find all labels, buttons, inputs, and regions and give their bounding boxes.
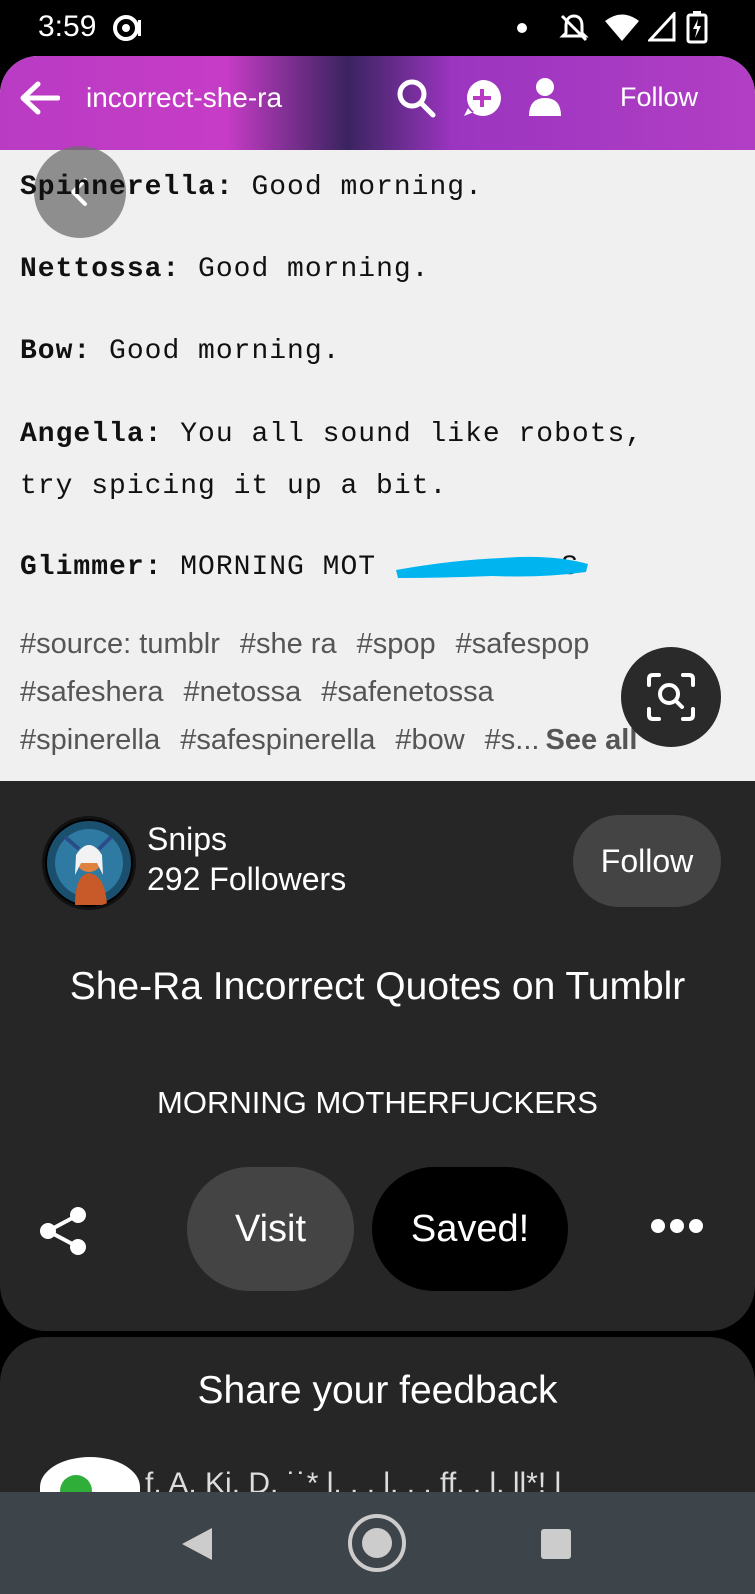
tag-item: #netossa [183, 676, 302, 708]
tag-item: #safespinerella [180, 724, 376, 756]
tag-item: #bow [395, 724, 465, 756]
notification-app-icon [113, 15, 141, 41]
tag-item: #s... [484, 724, 540, 756]
tag-row: #source: tumblr #she ra #spop #safespop [20, 620, 720, 668]
nav-recents-icon[interactable] [540, 1528, 572, 1560]
quote-line: Spinnerella: Good morning. [20, 172, 483, 203]
follow-button[interactable]: Follow [573, 815, 721, 907]
quote-text: MORNING MOT [180, 552, 377, 583]
quote-line: Angella: You all sound like robots, [20, 419, 643, 450]
back-arrow-icon [20, 81, 60, 115]
quote-line: Nettossa: Good morning. [20, 254, 429, 285]
feedback-title: Share your feedback [197, 1369, 558, 1412]
quote-text: Good morning. [109, 336, 341, 367]
quote-speaker: Spinnerella: [20, 172, 234, 203]
battery-charging-icon [686, 11, 708, 44]
tumblr-header: incorrect-she-ra Follow [0, 56, 755, 150]
quote-text: You all sound like robots, [180, 419, 644, 450]
add-message-icon [464, 79, 501, 116]
pin-description: MORNING MOTHERFUCKERS [157, 1085, 598, 1120]
tag-item: #safespop [455, 628, 590, 660]
redaction-scribble [396, 556, 588, 578]
notification-dot-icon [517, 23, 527, 33]
quote-text: Good morning. [251, 172, 483, 203]
nav-back-icon[interactable] [180, 1526, 214, 1562]
tag-item: #spop [356, 628, 436, 660]
tag-row: #safeshera #netossa #safenetossa [20, 668, 720, 716]
user-icon [529, 78, 561, 116]
more-options-icon[interactable] [650, 1216, 704, 1236]
tag-item: #source: tumblr [20, 628, 220, 660]
status-time: 3:59 [38, 10, 97, 43]
signal-icon [648, 12, 676, 42]
quote-line: Bow: Good morning. [20, 336, 340, 367]
pin-details-card: Snips 292 Followers Follow She-Ra Incorr… [0, 781, 755, 1331]
see-all-tags: See all [545, 724, 638, 756]
creator-followers: 292 Followers [147, 861, 347, 897]
visual-search-icon [647, 673, 695, 721]
creator-name[interactable]: Snips [147, 821, 227, 858]
quote-speaker: Glimmer: [20, 552, 163, 583]
search-icon [397, 79, 436, 118]
quote-text: Good morning. [198, 254, 430, 285]
tag-item: #safenetossa [321, 676, 494, 708]
dnd-off-icon [559, 14, 589, 42]
tag-item: #she ra [239, 628, 337, 660]
blog-name: incorrect-she-ra [86, 82, 283, 113]
saved-button[interactable]: Saved! [372, 1167, 568, 1291]
visit-button[interactable]: Visit [187, 1167, 354, 1291]
quote-speaker: Bow: [20, 336, 92, 367]
quote-speaker: Nettossa: [20, 254, 181, 285]
quote-line-continued: try spicing it up a bit. [20, 471, 448, 502]
visual-search-button[interactable] [621, 647, 721, 747]
creator-avatar-image [47, 821, 131, 905]
tag-row: #spinerella #safespinerella #bow #s... See a… [20, 716, 720, 764]
wifi-icon [605, 14, 639, 41]
share-icon[interactable] [38, 1205, 88, 1257]
tumblr-follow-label: Follow [620, 82, 699, 112]
avatar[interactable] [42, 816, 136, 910]
quote-speaker: Angella: [20, 419, 163, 450]
tag-item: #spinerella [20, 724, 161, 756]
status-bar: 3:59 [0, 0, 755, 56]
tag-item: #safeshera [20, 676, 164, 708]
pin-title: She-Ra Incorrect Quotes on Tumblr [69, 965, 686, 1008]
nav-home-icon[interactable] [346, 1512, 408, 1574]
system-nav-bar [0, 1492, 755, 1594]
